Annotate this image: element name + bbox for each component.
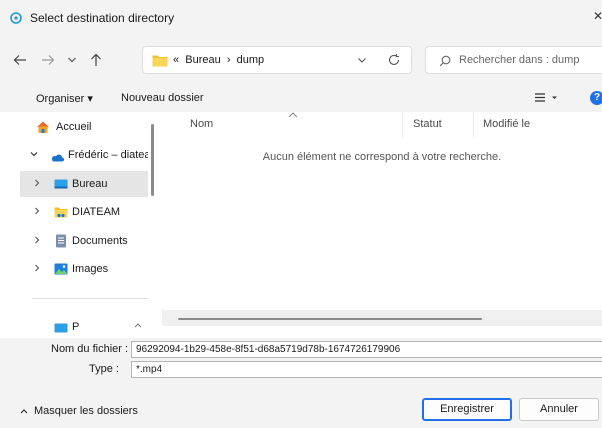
search-box[interactable]: Rechercher dans : dump [425, 46, 602, 74]
sort-ascending-icon [288, 112, 298, 118]
column-header-name[interactable]: Nom [190, 118, 213, 130]
new-folder-button[interactable]: Nouveau dossier [121, 92, 204, 104]
desktop-folder-icon [54, 323, 68, 333]
chevron-down-icon[interactable] [30, 150, 38, 158]
sidebar-scrollbar-track[interactable] [148, 112, 160, 338]
arrow-right-icon [42, 55, 55, 65]
close-icon[interactable]: ✕ [593, 9, 602, 23]
sidebar-item-label: Frédéric – diatea [68, 149, 148, 161]
filetype-label: Type : [89, 363, 119, 375]
search-input[interactable]: Rechercher dans : dump [459, 54, 579, 66]
sidebar-item-documents[interactable]: Documents [20, 228, 148, 254]
help-icon[interactable]: ? [590, 91, 602, 105]
save-button[interactable]: Enregistrer [422, 398, 512, 421]
view-options-icon[interactable] [535, 93, 559, 103]
refresh-icon[interactable] [387, 53, 401, 67]
chevron-up-icon[interactable] [134, 322, 142, 328]
folder-icon [54, 207, 68, 218]
sidebar-item-onedrive[interactable]: Frédéric – diatea [20, 142, 148, 168]
breadcrumb-divider: › [226, 54, 231, 66]
chevron-down-icon[interactable] [357, 55, 367, 65]
hide-folders-label: Masquer les dossiers [34, 405, 138, 417]
documents-icon [56, 234, 66, 248]
chevron-right-icon[interactable] [34, 179, 40, 187]
recent-locations-button[interactable] [62, 50, 82, 70]
images-icon [54, 263, 68, 275]
breadcrumb-dump[interactable]: dump [237, 54, 265, 66]
onedrive-cloud-icon [51, 154, 64, 162]
chevron-up-icon [20, 409, 28, 414]
title-bar: Select destination directory ✕ [0, 0, 602, 36]
chevron-right-icon[interactable] [34, 207, 40, 215]
sidebar-item-label: Accueil [56, 121, 92, 133]
sidebar-item-label: Images [72, 263, 109, 275]
breadcrumb-bureau[interactable]: Bureau [185, 54, 220, 66]
window-title: Select destination directory [30, 11, 175, 25]
chevron-down-icon [68, 57, 76, 63]
sidebar-scrollbar-thumb[interactable] [151, 124, 154, 196]
chevron-right-icon[interactable] [34, 264, 40, 272]
up-button[interactable] [86, 50, 106, 70]
chevron-right-icon[interactable] [34, 236, 40, 244]
navigation-pane: Accueil Frédéric – diatea Bureau DIATEAM [20, 112, 148, 338]
file-list: Nom Statut Modifié le Aucun élément ne c… [162, 112, 602, 338]
sidebar-item-bureau[interactable]: Bureau [20, 171, 148, 197]
command-toolbar: Organiser ▾ Nouveau dossier ? [0, 84, 602, 112]
column-header-status[interactable]: Statut [413, 118, 442, 130]
sidebar-item-diateam[interactable]: DIATEAM [20, 199, 148, 225]
filename-input[interactable]: 96292094-1b29-458e-8f51-d68a5719d78b-167… [131, 341, 602, 358]
home-icon [37, 121, 49, 133]
organize-menu[interactable]: Organiser ▾ [36, 92, 93, 105]
column-divider[interactable] [402, 112, 403, 138]
folder-icon [152, 55, 168, 67]
arrow-up-icon [91, 53, 101, 66]
path-overflow-icon[interactable]: « [173, 54, 179, 66]
app-icon [10, 12, 22, 24]
sidebar-item-accueil[interactable]: Accueil [20, 114, 148, 140]
navigation-bar: « Bureau › dump Rechercher dans : dump [0, 36, 602, 84]
cancel-button[interactable]: Annuler [519, 398, 599, 421]
column-divider[interactable] [473, 112, 474, 138]
sidebar-divider [32, 298, 148, 299]
forward-button[interactable] [38, 50, 58, 70]
arrow-left-icon [13, 55, 26, 65]
sidebar-item-images[interactable]: Images [20, 256, 148, 282]
desktop-folder-icon [54, 179, 68, 189]
filetype-select[interactable]: *.mp4 [131, 361, 602, 378]
search-icon [439, 55, 451, 67]
address-path: « Bureau › dump [173, 54, 264, 66]
filename-label: Nom du fichier : [51, 343, 129, 355]
column-header-modified[interactable]: Modifié le [483, 118, 530, 130]
sidebar-item-label: Documents [72, 235, 128, 247]
empty-state-message: Aucun élément ne correspond à votre rech… [262, 151, 502, 163]
sidebar-item-partial[interactable]: P [20, 316, 148, 338]
hide-folders-toggle[interactable]: Masquer les dossiers [20, 405, 138, 417]
sidebar-item-label: DIATEAM [72, 206, 121, 218]
back-button[interactable] [10, 50, 30, 70]
horizontal-scrollbar-thumb[interactable] [178, 318, 482, 320]
sidebar-item-label: Bureau [72, 178, 108, 190]
sidebar-item-label: P [72, 321, 80, 333]
address-bar[interactable]: « Bureau › dump [142, 46, 412, 74]
save-panel: Nom du fichier : 96292094-1b29-458e-8f51… [0, 338, 602, 428]
